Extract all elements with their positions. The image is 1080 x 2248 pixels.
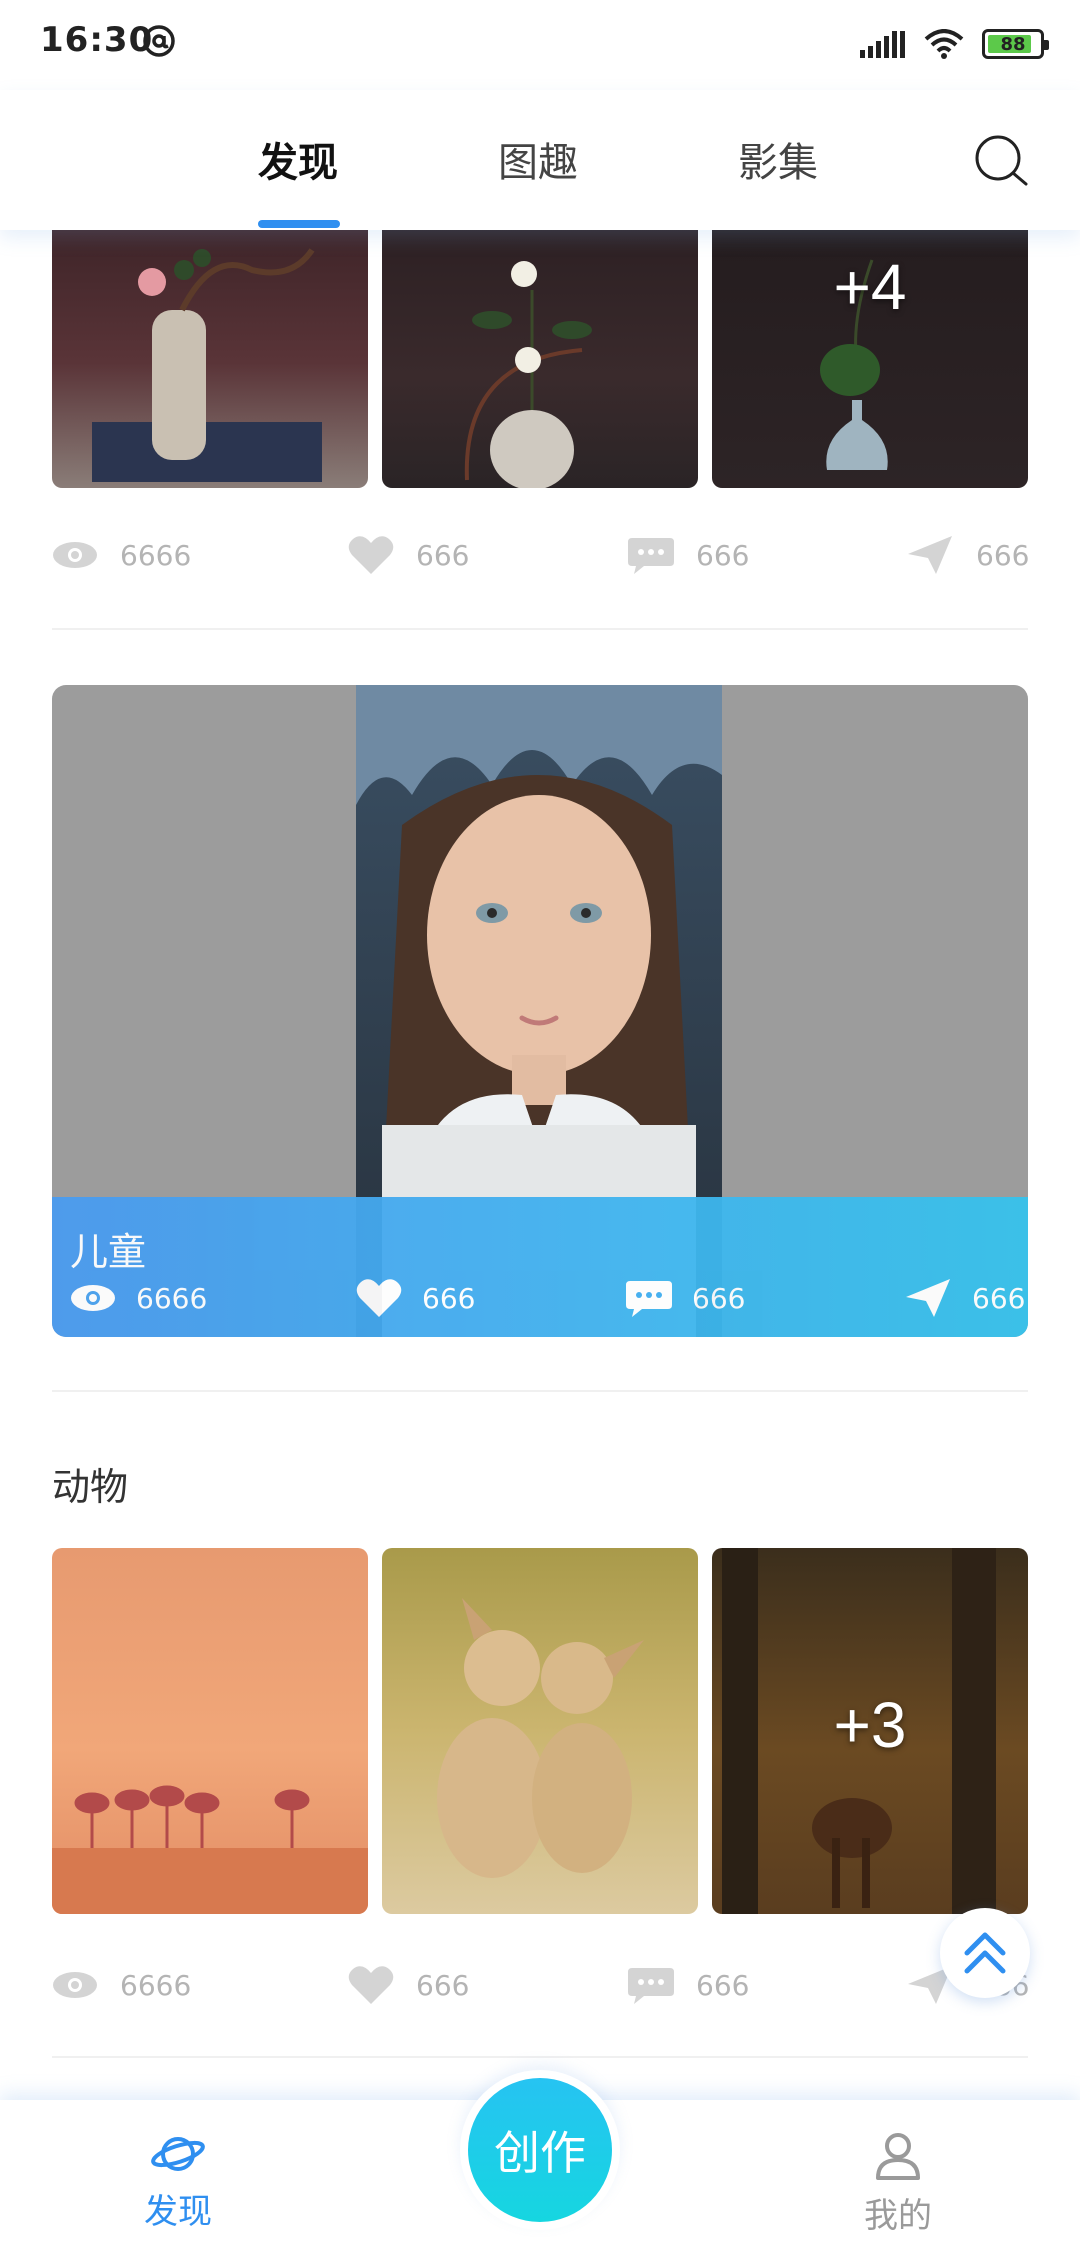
planet-icon [151, 2137, 205, 2171]
comment-icon [628, 538, 674, 574]
search-icon[interactable] [972, 132, 1032, 192]
share-button[interactable]: 666 [906, 530, 1029, 580]
comment-count: 666 [696, 538, 750, 572]
post-image[interactable] [52, 230, 368, 488]
post-image[interactable] [382, 1548, 698, 1914]
eye-icon [53, 1972, 97, 1998]
share-count: 666 [972, 1281, 1026, 1315]
top-tab-bar: 发现 图趣 影集 [0, 90, 1080, 230]
flamingo-image [52, 1785, 368, 1914]
comment-button[interactable]: 666 [626, 1275, 745, 1321]
like-count: 666 [422, 1281, 476, 1315]
fox-cubs-image [437, 1598, 644, 1878]
nav-discover-label: 发现 [144, 2192, 212, 2232]
feed[interactable]: +4 6666 666 666 666 儿童 6666 666 666 666 … [0, 230, 1080, 2100]
comment-button[interactable]: 666 [628, 1960, 749, 2010]
back-to-top-button[interactable] [940, 1908, 1030, 1998]
nav-mine[interactable]: 我的 [838, 2130, 958, 2237]
post-stats: 6666 666 666 666 [52, 1960, 1029, 2010]
like-button[interactable]: 666 [356, 1275, 475, 1321]
share-button[interactable]: 666 [904, 1275, 1025, 1321]
comment-icon [626, 1281, 672, 1317]
post-image-more[interactable]: +3 [712, 1548, 1028, 1914]
featured-stats: 6666 666 666 666 [70, 1275, 1025, 1321]
battery-level: 88 [1000, 33, 1026, 55]
divider [52, 1390, 1028, 1392]
comment-icon [628, 1968, 674, 2004]
more-count-label: +3 [833, 1689, 907, 1761]
like-button[interactable]: 666 [348, 1960, 469, 2010]
double-chevron-up-icon [964, 1932, 1006, 1974]
battery-icon: 88 [982, 29, 1049, 59]
like-button[interactable]: 666 [348, 530, 469, 580]
active-tab-indicator [258, 220, 340, 228]
vase-flower-image [92, 248, 322, 482]
divider [52, 2056, 1028, 2058]
nav-mine-label: 我的 [864, 2196, 932, 2236]
heart-icon [348, 1966, 394, 2004]
view-count: 6666 [136, 1281, 208, 1315]
more-count-label: +4 [833, 251, 907, 323]
view-count: 6666 [120, 1968, 192, 2002]
post-stats: 6666 666 666 666 [52, 530, 1029, 580]
status-time: 16:30 [40, 20, 154, 60]
send-icon [908, 536, 952, 574]
like-count: 666 [416, 538, 470, 572]
like-count: 666 [416, 1968, 470, 2002]
tab-discover[interactable]: 发现 [258, 130, 338, 188]
send-icon [906, 1279, 950, 1317]
featured-title: 儿童 [70, 1230, 147, 1274]
nav-discover[interactable]: 发现 [118, 2130, 238, 2233]
at-sign-icon [143, 25, 175, 57]
user-icon [876, 2133, 920, 2180]
eye-icon [53, 542, 97, 568]
comment-count: 666 [696, 1968, 750, 2002]
create-button[interactable]: 创作 [468, 2078, 612, 2222]
post-image-more[interactable]: +4 [712, 230, 1028, 488]
featured-info-bar: 儿童 6666 666 666 666 [52, 1197, 1028, 1337]
post-image[interactable] [52, 1548, 368, 1914]
heart-icon [348, 536, 394, 574]
post-image[interactable] [382, 230, 698, 488]
comment-count: 666 [692, 1281, 746, 1315]
vase-flower-image [464, 261, 592, 488]
signal-icon [860, 31, 905, 58]
create-button-wrap: 创作 [460, 2070, 620, 2230]
share-count: 666 [976, 538, 1030, 572]
tab-tuqu[interactable]: 图趣 [498, 130, 578, 188]
comment-button[interactable]: 666 [628, 530, 749, 580]
view-stat: 6666 [70, 1275, 207, 1321]
view-stat: 6666 [52, 1960, 191, 2010]
divider [52, 628, 1028, 630]
eye-icon [71, 1285, 115, 1311]
wifi-icon [924, 29, 964, 59]
post-title: 动物 [52, 1465, 129, 1509]
tab-album[interactable]: 影集 [738, 130, 818, 188]
view-stat: 6666 [52, 530, 191, 580]
status-bar: 16:30 88 [0, 0, 1080, 90]
heart-icon [356, 1279, 402, 1317]
bottom-nav: 发现 创作 我的 [0, 2070, 1080, 2248]
featured-post[interactable]: 儿童 6666 666 666 666 [52, 685, 1028, 1337]
view-count: 6666 [120, 538, 192, 572]
status-icons: 88 [860, 24, 1049, 64]
